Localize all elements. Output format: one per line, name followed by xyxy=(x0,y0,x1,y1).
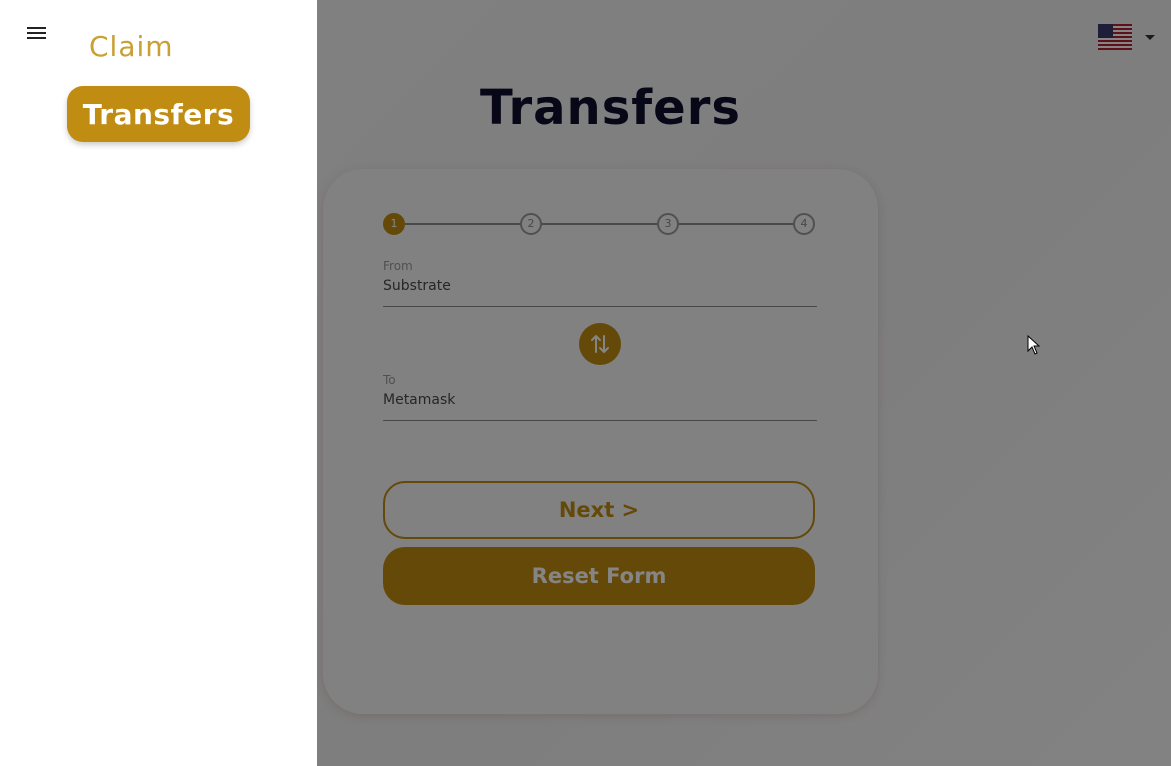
drawer-backdrop[interactable] xyxy=(317,0,1171,766)
menu-icon[interactable] xyxy=(27,25,47,41)
mouse-cursor-icon xyxy=(1027,335,1041,355)
nav-item-transfers[interactable]: Transfers xyxy=(67,86,250,142)
nav-item-claim[interactable]: Claim xyxy=(89,30,174,63)
side-drawer: Claim Transfers xyxy=(0,0,317,766)
